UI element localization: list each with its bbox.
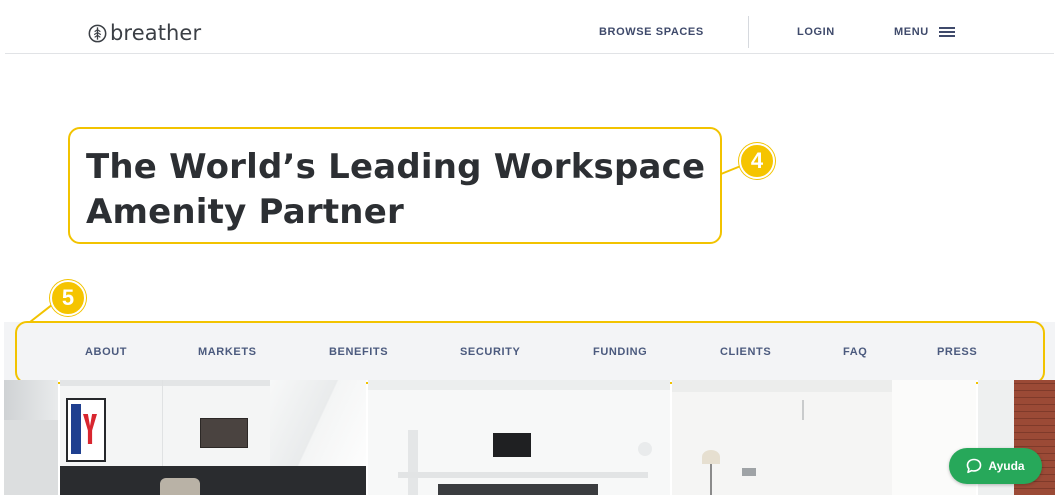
wall-tv-image bbox=[200, 418, 248, 448]
callout-number-5: 5 bbox=[50, 280, 86, 316]
top-header: breather BROWSE SPACES LOGIN MENU bbox=[0, 0, 1059, 54]
nav-divider bbox=[748, 16, 749, 48]
browse-spaces-link[interactable]: BROWSE SPACES bbox=[599, 26, 704, 38]
photo-panel-3 bbox=[368, 380, 670, 495]
leaf-circle-icon bbox=[88, 24, 107, 42]
headline-callout-box bbox=[68, 127, 722, 244]
photo-panel-1 bbox=[4, 380, 58, 495]
wall-art-image bbox=[66, 398, 106, 462]
conference-tv-image bbox=[493, 433, 531, 457]
photo-panel-4 bbox=[672, 380, 976, 495]
subnav-callout-box bbox=[15, 321, 1045, 384]
hero-photo-strip bbox=[4, 380, 1055, 495]
hamburger-icon[interactable] bbox=[939, 27, 955, 37]
help-chat-button[interactable]: Ayuda bbox=[949, 448, 1042, 484]
logo[interactable]: breather bbox=[88, 18, 201, 48]
login-link[interactable]: LOGIN bbox=[797, 26, 835, 38]
photo-panel-2 bbox=[60, 380, 366, 495]
logo-text: breather bbox=[110, 20, 202, 45]
chat-bubble-icon bbox=[967, 458, 982, 474]
callout-number-4: 4 bbox=[739, 143, 775, 179]
header-divider bbox=[5, 53, 1054, 54]
help-chat-label: Ayuda bbox=[988, 459, 1025, 473]
menu-link[interactable]: MENU bbox=[894, 26, 929, 38]
headline-callout-line bbox=[720, 165, 740, 175]
